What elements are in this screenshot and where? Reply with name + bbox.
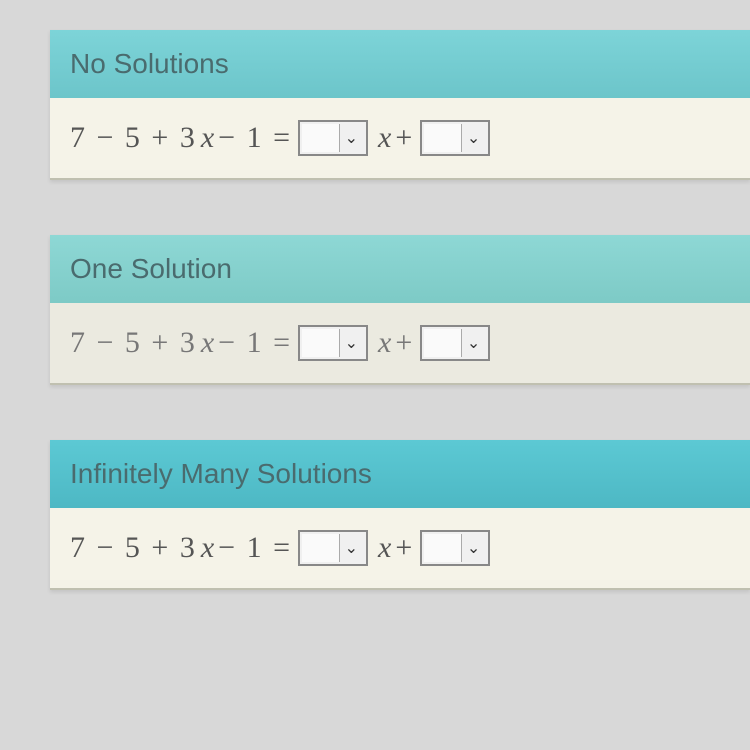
coefficient-dropdown[interactable]: ⌄ [298, 120, 368, 156]
equation-plus: + [395, 121, 414, 155]
chevron-down-icon: ⌄ [467, 333, 480, 353]
equation-mid: − 1 = [218, 531, 292, 565]
constant-dropdown[interactable]: ⌄ [420, 120, 490, 156]
chevron-down-icon: ⌄ [345, 538, 358, 558]
equation-row: 7 − 5 + 3 x − 1 = ⌄ x + ⌄ [50, 508, 750, 590]
equation-variable: x [378, 326, 391, 360]
section-no-solutions: No Solutions 7 − 5 + 3 x − 1 = ⌄ x + ⌄ [50, 30, 750, 180]
section-title: No Solutions [70, 48, 229, 79]
equation-mid: − 1 = [218, 326, 292, 360]
section-title: One Solution [70, 253, 232, 284]
equation-variable: x [201, 531, 214, 565]
section-header: No Solutions [50, 30, 750, 98]
coefficient-dropdown[interactable]: ⌄ [298, 530, 368, 566]
equation-variable: x [201, 326, 214, 360]
equation-row: 7 − 5 + 3 x − 1 = ⌄ x + ⌄ [50, 303, 750, 385]
section-title: Infinitely Many Solutions [70, 458, 372, 489]
equation-left-side: 7 − 5 + 3 [70, 326, 197, 360]
chevron-down-icon: ⌄ [467, 128, 480, 148]
equation-variable: x [201, 121, 214, 155]
section-header: Infinitely Many Solutions [50, 440, 750, 508]
equation-left-side: 7 − 5 + 3 [70, 531, 197, 565]
equation-plus: + [395, 326, 414, 360]
equation-row: 7 − 5 + 3 x − 1 = ⌄ x + ⌄ [50, 98, 750, 180]
equation-mid: − 1 = [218, 121, 292, 155]
equation-plus: + [395, 531, 414, 565]
equation-variable: x [378, 531, 391, 565]
equation-left-side: 7 − 5 + 3 [70, 121, 197, 155]
chevron-down-icon: ⌄ [467, 538, 480, 558]
section-infinitely-many: Infinitely Many Solutions 7 − 5 + 3 x − … [50, 440, 750, 590]
section-header: One Solution [50, 235, 750, 303]
chevron-down-icon: ⌄ [345, 333, 358, 353]
chevron-down-icon: ⌄ [345, 128, 358, 148]
coefficient-dropdown[interactable]: ⌄ [298, 325, 368, 361]
constant-dropdown[interactable]: ⌄ [420, 325, 490, 361]
equation-variable: x [378, 121, 391, 155]
constant-dropdown[interactable]: ⌄ [420, 530, 490, 566]
section-one-solution: One Solution 7 − 5 + 3 x − 1 = ⌄ x + ⌄ [50, 235, 750, 385]
